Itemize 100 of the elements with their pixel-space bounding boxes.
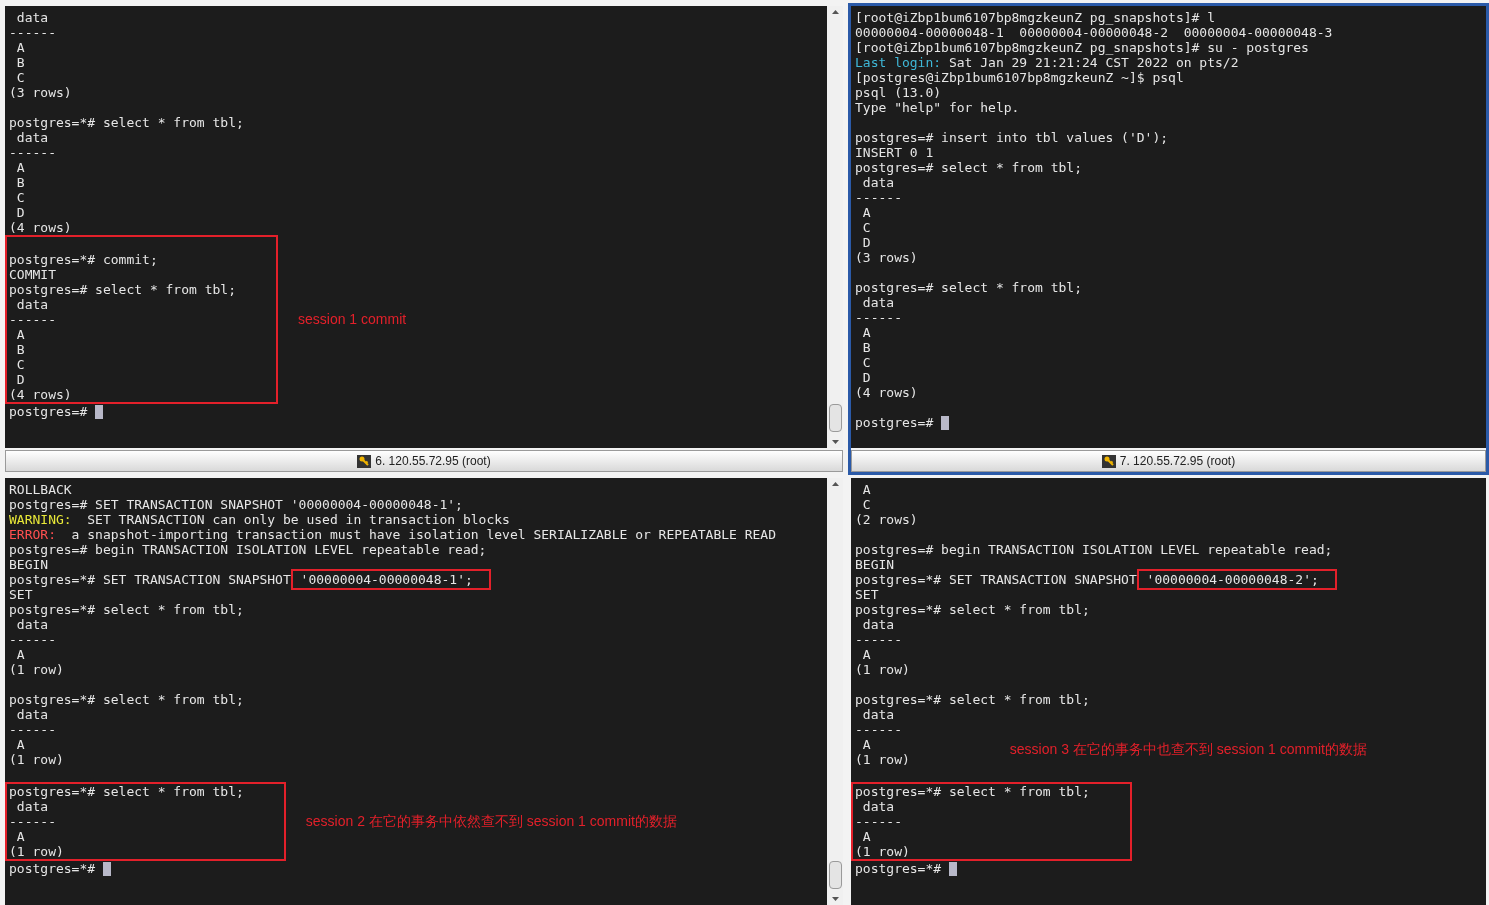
annotation-note: session 2 在它的事务中依然查不到 session 1 commit的数据 [305,812,677,831]
terminal-line: ------ [9,312,56,327]
terminal-line: postgres=*# SET TRANSACTION SNAPSHOT [9,572,291,587]
terminal-line: ------ [9,145,56,160]
terminal-line: data [861,799,895,814]
terminal-line: (1 row) [9,752,64,767]
terminal-line: INSERT 0 1 [855,145,934,160]
terminal-line: ------ [9,722,56,737]
terminal-line: Sat Jan 29 21:21:24 CST 2022 on pts/2 [947,55,1239,70]
terminal-line: data [15,297,49,312]
terminal-line: (3 rows) [855,250,918,265]
terminal-line: (4 rows) [855,385,918,400]
terminal-line: D [15,372,25,387]
terminal-line: (3 rows) [9,85,72,100]
terminal-line: C [861,355,871,370]
session-label: 7. 120.55.72.95 (root) [1119,453,1236,470]
terminal-line: postgres=# begin TRANSACTION ISOLATION LEVEL repeatable read; [9,542,487,557]
terminal-line: postgres=*# select * from tbl; [9,115,244,130]
terminal-line: postgres=*# SET TRANSACTION SNAPSHOT [855,572,1137,587]
terminal-line: postgres=*# commit; [9,252,158,267]
terminal-line: postgres=*# select * from tbl; [855,602,1090,617]
terminal-line: C [861,220,871,235]
annotation-note: session 1 commit [298,310,407,329]
terminal-line: data [15,707,49,722]
shell-prompt: postgres=*# [855,861,943,876]
text-cursor [948,861,957,876]
highlighted-snapshot-id: '00000004-00000048-1'; [290,569,491,590]
terminal-line: data [15,10,49,25]
terminal-line: A [861,325,871,340]
session-label: 6. 120.55.72.95 (root) [375,453,491,470]
terminal-line: Type "help" for help. [855,100,1020,115]
error-label: ERROR: [9,527,56,542]
terminal-line: SET [9,587,33,602]
terminal-line: ------ [855,722,902,737]
scroll-down-icon[interactable] [831,440,839,444]
terminal-line: postgres=# insert into tbl values ('D'); [855,130,1169,145]
text-cursor [941,415,950,430]
terminal-line: ------ [9,814,56,829]
terminal-line: C [15,70,25,85]
terminal-line: data [861,295,895,310]
terminal-line: (4 rows) [9,387,72,402]
terminal-line: psql (13.0) [855,85,942,100]
terminal-line: postgres=*# select * from tbl; [855,692,1090,707]
terminal-line: A [861,647,871,662]
terminal-line: [root@iZbp1bum6107bp8mgzkeunZ pg_snapshots]# l [855,10,1216,25]
terminal-line: data [861,617,895,632]
terminal-line: COMMIT [9,267,56,282]
terminal-line: (1 row) [855,844,910,859]
terminal-line: SET [855,587,879,602]
terminal-line: postgres=# select * from tbl; [9,282,236,297]
terminal-line: ------ [855,310,902,325]
terminal-line: B [15,175,25,190]
terminal-line: postgres=*# select * from tbl; [9,602,244,617]
annotation-note: session 3 在它的事务中也查不到 session 1 commit的数据 [1009,740,1367,759]
terminal-line: (1 row) [9,844,64,859]
terminal-line: (1 row) [9,662,64,677]
terminal-line: [root@iZbp1bum6107bp8mgzkeunZ pg_snapshots]# su - postgres [855,40,1309,55]
terminal-line: data [15,617,49,632]
terminal-line: C [15,190,25,205]
terminal-line: data [15,799,49,814]
text-cursor [102,861,111,876]
terminal-line: A [15,647,25,662]
terminal-line: B [861,340,871,355]
terminal-line: C [861,497,871,512]
terminal-line: A [861,205,871,220]
terminal-line: A [15,160,25,175]
terminal-line: data [15,130,49,145]
terminal-line: postgres=# select * from tbl; [855,160,1082,175]
terminal-line: ------ [9,25,56,40]
terminal-line: D [861,370,871,385]
scroll-up-icon[interactable] [831,482,839,486]
terminal-line: (1 row) [855,752,910,767]
text-cursor [95,404,104,419]
shell-prompt: postgres=# [9,404,89,419]
terminal-line: D [861,235,871,250]
scroll-thumb[interactable] [828,404,842,432]
terminal-line: postgres=# select * from tbl; [855,280,1082,295]
terminal-line: data [861,175,895,190]
terminal-line: A [861,829,871,844]
terminal-line: D [15,205,25,220]
scroll-down-icon[interactable] [831,897,839,901]
key-icon [357,454,372,468]
terminal-line: B [15,55,25,70]
scroll-thumb[interactable] [828,861,842,889]
terminal-line: SET TRANSACTION can only be used in transaction blocks [86,512,510,527]
terminal-line: ------ [9,632,56,647]
terminal-line: postgres=# SET TRANSACTION SNAPSHOT '00000004-00000048-1'; [9,497,463,512]
terminal-line: A [15,40,25,55]
terminal-line: postgres=*# select * from tbl; [9,692,244,707]
shell-prompt: postgres=# [855,415,935,430]
terminal-line: A [15,737,25,752]
terminal-line: C [15,357,25,372]
scroll-up-icon[interactable] [831,10,839,14]
terminal-line: postgres=# begin TRANSACTION ISOLATION LEVEL repeatable read; [855,542,1333,557]
terminal-pane[interactable] [848,3,1489,475]
terminal-line: A [861,482,871,497]
terminal-line: A [861,737,871,752]
login-label: Last login: [855,55,942,70]
terminal-line: ------ [855,190,902,205]
terminal-line: ------ [855,632,902,647]
